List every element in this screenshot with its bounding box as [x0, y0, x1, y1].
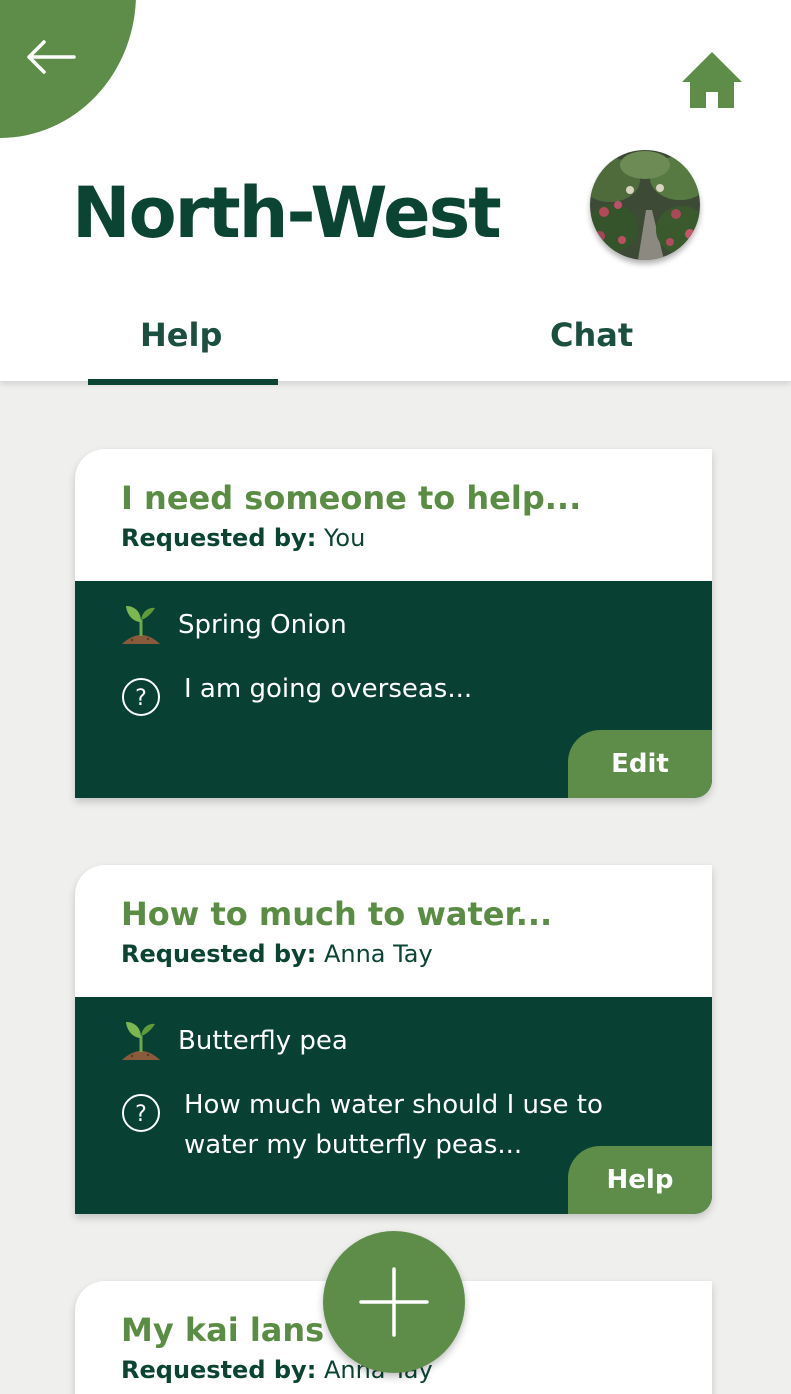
question-text: I am going overseas...	[184, 669, 604, 709]
card-requester: Requested by: You	[121, 524, 712, 552]
card-requester: Requested by: Anna Tay	[121, 940, 712, 968]
question-line: How much water should I use to	[184, 1090, 603, 1120]
seedling-icon	[122, 1022, 160, 1060]
question-circle-icon: ?	[122, 678, 160, 716]
seedling-icon	[122, 606, 160, 644]
question-circle-icon: ?	[122, 1094, 160, 1132]
question-line: water my butterfly peas...	[184, 1130, 523, 1160]
card-title: How to much to water...	[121, 895, 553, 933]
card-header: I need someone to help... Requested by: …	[75, 449, 712, 581]
svg-text:?: ?	[135, 686, 147, 711]
help-request-card[interactable]: I need someone to help... Requested by: …	[75, 449, 712, 798]
svg-text:?: ?	[135, 1102, 147, 1127]
plant-name: Spring Onion	[178, 610, 347, 640]
garden-avatar-image	[590, 150, 700, 260]
requested-by-label: Requested by:	[121, 1356, 317, 1385]
plant-name: Butterfly pea	[178, 1026, 348, 1056]
card-title: I need someone to help...	[121, 479, 582, 517]
avatar[interactable]	[590, 150, 700, 260]
requested-by-label: Requested by:	[121, 940, 317, 969]
screen: North-West Help Chat I need someone to h…	[0, 0, 791, 1394]
requester-name: Anna Tay	[323, 940, 433, 969]
help-request-card[interactable]: How to much to water... Requested by: An…	[75, 865, 712, 1214]
home-icon[interactable]	[680, 48, 744, 112]
question-text: How much water should I use to water my …	[184, 1085, 604, 1165]
card-body: Spring Onion ? I am going overseas... Ed…	[75, 581, 712, 798]
tab-chat[interactable]: Chat	[550, 316, 633, 354]
tab-help[interactable]: Help	[140, 316, 222, 354]
plus-icon	[359, 1267, 429, 1337]
arrow-left-icon[interactable]	[24, 38, 78, 76]
page-title: North-West	[72, 172, 502, 254]
question-line: I am going overseas...	[184, 674, 473, 704]
edit-button[interactable]: Edit	[568, 730, 712, 798]
requester-name: You	[323, 524, 366, 553]
active-tab-indicator	[88, 379, 278, 385]
card-body: Butterfly pea ? How much water should I …	[75, 997, 712, 1214]
add-request-button[interactable]	[323, 1231, 465, 1373]
requested-by-label: Requested by:	[121, 524, 317, 553]
help-button[interactable]: Help	[568, 1146, 712, 1214]
card-header: How to much to water... Requested by: An…	[75, 865, 712, 997]
header: North-West Help Chat	[0, 0, 791, 381]
